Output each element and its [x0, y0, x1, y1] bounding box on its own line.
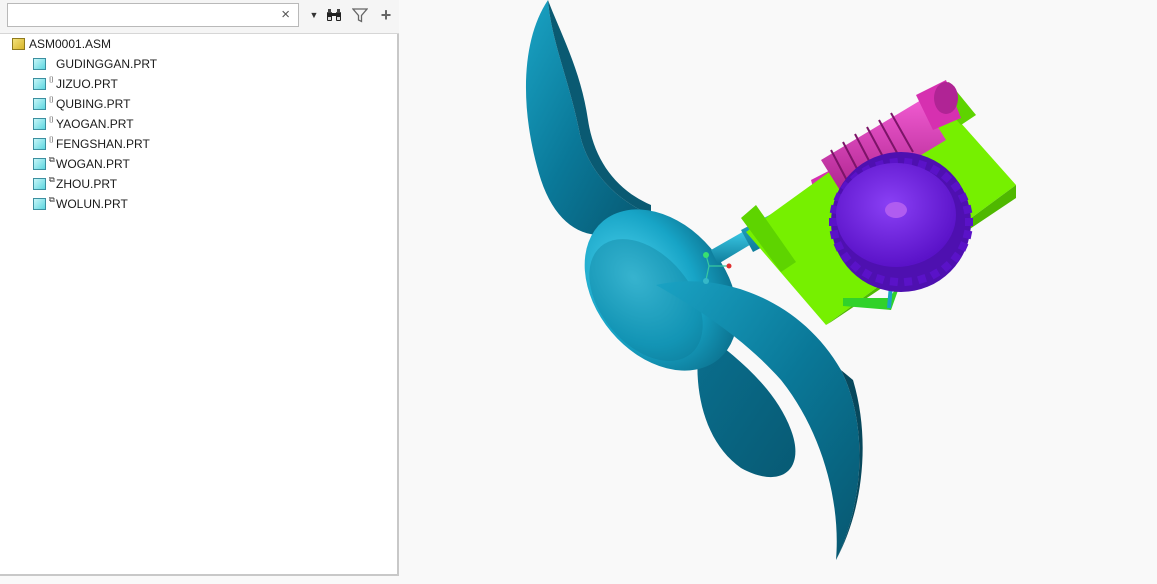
part-icon: [33, 58, 46, 70]
part-icon: [33, 98, 46, 110]
tree-root-label: ASM0001.ASM: [29, 37, 112, 51]
gear-tooth: [965, 218, 973, 226]
assembly-icon: [12, 38, 25, 50]
tree-root-node[interactable]: ASM0001.ASM: [12, 34, 111, 54]
filter-icon[interactable]: [351, 6, 369, 24]
gear-tooth: [889, 277, 899, 287]
tree-item[interactable]: ⌷ FENGSHAN.PRT: [33, 134, 150, 154]
tree-item[interactable]: ⌷ YAOGAN.PRT: [33, 114, 134, 134]
part-icon: [33, 198, 46, 210]
part-status-marker: ⧉: [49, 175, 55, 184]
gear-tooth: [903, 277, 913, 287]
part-status-marker: ⧉: [49, 195, 55, 204]
part-status-marker: ⌷: [49, 75, 54, 84]
model-render: [525, 0, 1016, 560]
tree-item-label: WOGAN.PRT: [56, 157, 130, 171]
part-icon: [33, 78, 46, 90]
binoculars-icon[interactable]: [325, 6, 343, 24]
dropdown-arrow-icon[interactable]: ▼: [305, 6, 323, 24]
tree-item-label: WOLUN.PRT: [56, 197, 128, 211]
tree-item-label: YAOGAN.PRT: [56, 117, 134, 131]
tree-item[interactable]: ⧉ WOLUN.PRT: [33, 194, 128, 214]
tree-item-label: QUBING.PRT: [56, 97, 131, 111]
tree-item-label: GUDINGGAN.PRT: [56, 57, 158, 71]
gear-tooth: [962, 204, 973, 215]
propeller-upper-blade: [525, 0, 651, 236]
tree-item[interactable]: ⌷ QUBING.PRT: [33, 94, 130, 114]
3d-model-viewport[interactable]: [401, 0, 1157, 579]
tree-item-label: JIZUO.PRT: [56, 77, 118, 91]
gear-tooth: [829, 229, 840, 240]
part-status-marker: ⌷: [49, 95, 54, 104]
gear-tooth: [962, 229, 973, 240]
tree-item[interactable]: ⧉ ZHOU.PRT: [33, 174, 117, 194]
search-toolbar: × ▼ +: [0, 0, 399, 34]
close-icon[interactable]: ×: [281, 5, 290, 25]
gear-tooth: [829, 218, 837, 226]
tree-item[interactable]: ⌷ JIZUO.PRT: [33, 74, 118, 94]
part-status-marker: ⌷: [49, 115, 54, 124]
search-input[interactable]: [10, 5, 274, 25]
tree-item[interactable]: ⧉ WOGAN.PRT: [33, 154, 130, 174]
model-tree-panel: × ▼ + ASM0001.ASM GUDINGGAN.PRT ⌷ JIZUO.…: [0, 0, 399, 576]
part-icon: [33, 118, 46, 130]
part-icon: [33, 138, 46, 150]
part-status-marker: ⌷: [49, 135, 54, 144]
plus-icon[interactable]: +: [377, 5, 395, 25]
tree-item[interactable]: GUDINGGAN.PRT: [33, 54, 157, 74]
part-status-marker: ⧉: [49, 155, 55, 164]
tree-item-label: ZHOU.PRT: [56, 177, 118, 191]
part-icon: [33, 178, 46, 190]
tree-item-label: FENGSHAN.PRT: [56, 137, 150, 151]
part-icon: [33, 158, 46, 170]
search-field[interactable]: ×: [7, 3, 299, 27]
